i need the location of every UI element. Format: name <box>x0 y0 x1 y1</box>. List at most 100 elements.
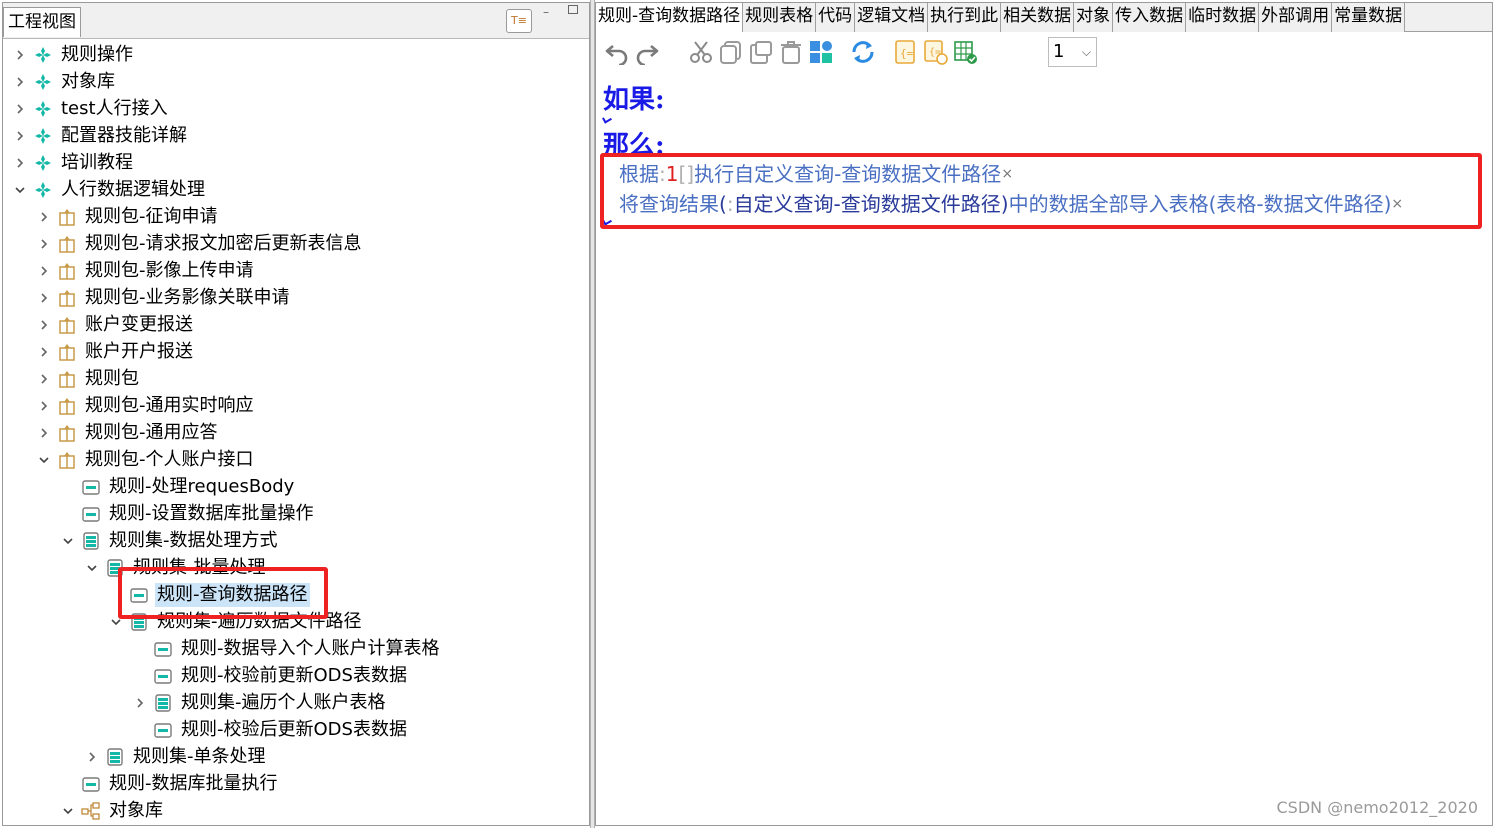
rule-editor-panel: 规则-查询数据路径 规则表格 代码 逻辑文档 执行到此 相关数据 对象 传入数据 临时数据 外部调… <box>595 2 1493 826</box>
tree-item[interactable]: 规则包-影像上传申请 <box>37 257 256 284</box>
rule-package-icon <box>57 288 77 308</box>
tree-item-label: 规则操作 <box>61 43 133 65</box>
table-check-icon[interactable] <box>950 37 980 67</box>
tree-item[interactable]: 账户变更报送 <box>37 311 195 338</box>
json-document-icon[interactable]: {= <box>890 37 920 67</box>
chevron-right-icon[interactable] <box>37 426 51 440</box>
project-view-panel: 工程视图 T≡ – 规则操作 对象库 test人行接入 配置器技能详解 培训教程 人行数据… <box>2 2 590 826</box>
chevron-right-icon[interactable] <box>37 291 51 305</box>
rule-package-icon <box>57 207 77 227</box>
editor-tab[interactable]: 相关数据 <box>1001 3 1075 32</box>
tree-item[interactable]: 规则集-单条处理 <box>85 743 268 770</box>
tree-item-label: 账户开户报送 <box>85 340 193 362</box>
tree-item[interactable]: 规则-设置数据库批量操作 <box>61 500 316 527</box>
tree-item[interactable]: 规则包-请求报文加密后更新表信息 <box>37 230 364 257</box>
chevron-right-icon[interactable] <box>13 129 27 143</box>
rule-editor-canvas[interactable]: 如果: 那么: 根据:1[]执行自定义查询-查询数据文件路径× 将查询结果(:自… <box>596 73 1492 825</box>
tree-item[interactable]: 对象库 <box>61 797 165 824</box>
editor-tab[interactable]: 对象 <box>1074 3 1114 32</box>
chevron-right-icon[interactable] <box>13 156 27 170</box>
paste-icon[interactable] <box>746 37 776 67</box>
editor-tab[interactable]: 规则-查询数据路径 <box>596 3 744 32</box>
chevron-right-icon[interactable] <box>133 696 147 710</box>
minimize-button[interactable]: – <box>543 5 549 19</box>
tree-item[interactable]: 规则-数据导入个人账户计算表格 <box>133 635 442 662</box>
chevron-down-icon[interactable] <box>61 804 75 818</box>
chevron-down-icon[interactable] <box>61 534 75 548</box>
project-view-tab[interactable]: 工程视图 <box>3 7 81 37</box>
if-keyword[interactable]: 如果: <box>603 79 665 116</box>
chevron-right-icon[interactable] <box>37 318 51 332</box>
tree-item[interactable]: 人行数据逻辑处理 <box>13 176 207 203</box>
chevron-right-icon[interactable] <box>37 345 51 359</box>
chevron-right-icon[interactable] <box>37 237 51 251</box>
tree-item-label: 规则包-通用实时响应 <box>85 394 254 416</box>
tree-item-label: 规则-处理requesBody <box>109 475 295 497</box>
tree-item[interactable]: 规则集-遍历个人账户表格 <box>133 689 388 716</box>
copy-icon[interactable] <box>716 37 746 67</box>
chevron-right-icon[interactable] <box>37 210 51 224</box>
tree-item-label: 规则包-请求报文加密后更新表信息 <box>85 232 362 254</box>
tree-item[interactable]: 培训教程 <box>13 149 135 176</box>
cut-icon[interactable] <box>686 37 716 67</box>
tree-item[interactable]: 账户开户报送 <box>37 338 195 365</box>
delete-icon[interactable] <box>776 37 806 67</box>
editor-tab[interactable]: 代码 <box>816 3 856 32</box>
tree-item-label: 规则-校验后更新ODS表数据 <box>181 718 407 740</box>
ruleset-icon <box>105 747 125 767</box>
editor-tab[interactable]: 传入数据 <box>1113 3 1187 32</box>
project-view-header: 工程视图 T≡ – <box>3 3 589 39</box>
editor-tab[interactable]: 常量数据 <box>1332 3 1406 32</box>
redo-icon[interactable] <box>632 37 662 67</box>
grid-blocks-icon[interactable] <box>806 37 836 67</box>
editor-tab[interactable]: 临时数据 <box>1186 3 1260 32</box>
rule-icon <box>81 504 101 524</box>
tree-item[interactable]: 规则集-数据处理方式 <box>61 527 280 554</box>
maximize-button[interactable] <box>568 5 578 14</box>
package-icon <box>33 45 53 65</box>
rule-package-icon <box>57 261 77 281</box>
tree-item[interactable]: 规则-处理requesBody <box>61 473 296 500</box>
chevron-right-icon[interactable] <box>13 75 27 89</box>
page-number-value: 1 <box>1053 41 1065 62</box>
chevron-right-icon[interactable] <box>37 264 51 278</box>
chevron-right-icon[interactable] <box>13 48 27 62</box>
chevron-down-icon[interactable] <box>85 561 99 575</box>
tree-item[interactable]: 规则操作 <box>13 41 135 68</box>
chevron-down-icon: ⌵ <box>1081 45 1091 59</box>
rule-icon <box>81 477 101 497</box>
editor-tab[interactable]: 外部调用 <box>1259 3 1333 32</box>
tree-item-label: 规则包-通用应答 <box>85 421 218 443</box>
tree-item[interactable]: 规则-校验前更新ODS表数据 <box>133 662 409 689</box>
chevron-right-icon[interactable] <box>13 102 27 116</box>
tree-item[interactable]: 规则-校验后更新ODS表数据 <box>133 716 409 743</box>
tree-item[interactable]: 规则包 <box>37 365 141 392</box>
chevron-right-icon[interactable] <box>37 372 51 386</box>
tree-item[interactable]: 对象库 <box>13 68 117 95</box>
chevron-down-icon[interactable] <box>13 183 27 197</box>
undo-icon[interactable] <box>602 37 632 67</box>
tree-mode-toggle-button[interactable]: T≡ <box>506 9 532 33</box>
rule-package-icon <box>57 423 77 443</box>
editor-tab[interactable]: 逻辑文档 <box>855 3 929 32</box>
tree-item[interactable]: 规则包-个人账户接口 <box>37 446 256 473</box>
tree-item[interactable]: 规则包-通用应答 <box>37 419 220 446</box>
chevron-right-icon[interactable] <box>37 399 51 413</box>
editor-tab[interactable]: 规则表格 <box>743 3 817 32</box>
tree-item[interactable]: 规则包-征询申请 <box>37 203 220 230</box>
chevron-right-icon[interactable] <box>85 750 99 764</box>
object-library-icon <box>81 801 101 821</box>
page-number-select[interactable]: 1 ⌵ <box>1048 37 1097 67</box>
rule-package-icon <box>57 450 77 470</box>
editor-tab[interactable]: 执行到此 <box>928 3 1002 32</box>
tree-item-label: 配置器技能详解 <box>61 124 187 146</box>
chevron-down-icon[interactable] <box>37 453 51 467</box>
tree-item[interactable]: 配置器技能详解 <box>13 122 189 149</box>
package-icon <box>33 153 53 173</box>
tree-item[interactable]: test人行接入 <box>13 95 170 122</box>
script-document-icon[interactable]: {= <box>920 37 950 67</box>
tree-item[interactable]: 规则包-通用实时响应 <box>37 392 256 419</box>
tree-item[interactable]: 规则-数据库批量执行 <box>61 770 280 797</box>
refresh-icon[interactable] <box>848 37 878 67</box>
tree-item[interactable]: 规则包-业务影像关联申请 <box>37 284 292 311</box>
